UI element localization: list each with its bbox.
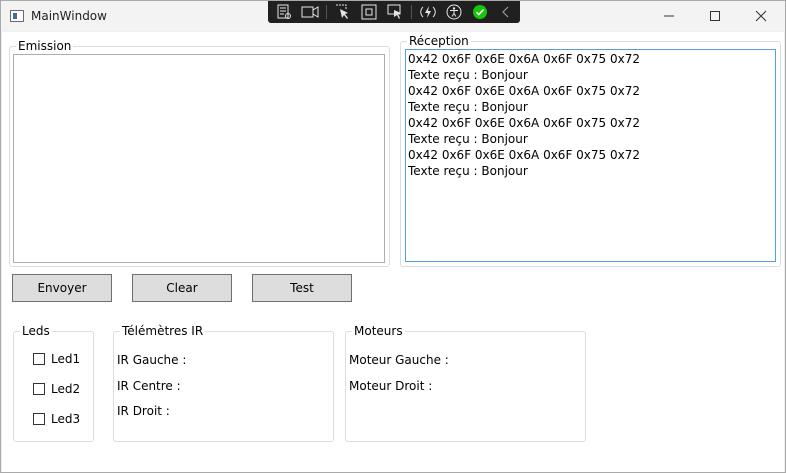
led1-label: Led1 xyxy=(51,352,81,366)
emission-input[interactable] xyxy=(14,55,384,262)
moteurs-groupbox: Moteurs Moteur Gauche : Moteur Droit : xyxy=(345,324,586,442)
telemetres-groupbox: Télémètres IR IR Gauche : IR Centre : IR… xyxy=(113,324,334,442)
led3-checkbox[interactable]: Led3 xyxy=(33,412,80,426)
telemetres-label: Télémètres IR xyxy=(120,324,206,338)
led2-checkbox[interactable]: Led2 xyxy=(33,382,80,396)
toolbar-separator xyxy=(411,5,412,19)
window-content: Emission Réception 0x42 0x6F 0x6E 0x6A 0… xyxy=(2,32,784,472)
emission-groupbox: Emission xyxy=(9,39,390,267)
xaml-debug-toolbar xyxy=(268,1,520,23)
emission-textbox[interactable] xyxy=(13,54,385,263)
reception-line: Texte reçu : Bonjour xyxy=(408,100,528,114)
moteur-droit-label: Moteur Droit : xyxy=(349,379,433,393)
track-focus-icon[interactable] xyxy=(385,3,405,21)
ir-centre-label: IR Centre : xyxy=(117,379,181,393)
main-window: MainWindow Emission Réception 0x42 0x6F … xyxy=(0,0,786,473)
minimize-button[interactable] xyxy=(646,1,692,31)
reception-groupbox: Réception 0x42 0x6F 0x6E 0x6A 0x6F 0x75 … xyxy=(400,34,781,267)
record-icon[interactable] xyxy=(300,3,320,21)
title-bar[interactable]: MainWindow xyxy=(1,1,785,31)
ir-droit-label: IR Droit : xyxy=(117,404,170,418)
live-visual-tree-icon[interactable] xyxy=(274,3,294,21)
hot-reload-icon[interactable] xyxy=(418,3,438,21)
leds-label: Leds xyxy=(20,324,52,338)
leds-groupbox: Leds Led1 Led2 Led3 xyxy=(13,324,94,442)
moteur-gauche-label: Moteur Gauche : xyxy=(349,353,449,367)
led2-label: Led2 xyxy=(51,382,81,396)
emission-label: Emission xyxy=(16,39,74,53)
moteurs-label: Moteurs xyxy=(352,324,405,338)
reception-text: 0x42 0x6F 0x6E 0x6A 0x6F 0x75 0x72 Texte… xyxy=(406,50,775,180)
reception-line: 0x42 0x6F 0x6E 0x6A 0x6F 0x75 0x72 xyxy=(408,84,640,98)
app-icon xyxy=(10,10,24,22)
reception-textbox[interactable]: 0x42 0x6F 0x6E 0x6A 0x6F 0x75 0x72 Texte… xyxy=(405,49,776,262)
checkbox-box[interactable] xyxy=(33,413,45,425)
close-button[interactable] xyxy=(738,1,784,31)
reception-line: Texte reçu : Bonjour xyxy=(408,68,528,82)
collapse-icon[interactable] xyxy=(496,3,516,21)
led3-label: Led3 xyxy=(51,412,81,426)
reception-line: 0x42 0x6F 0x6E 0x6A 0x6F 0x75 0x72 xyxy=(408,52,640,66)
reception-line: 0x42 0x6F 0x6E 0x6A 0x6F 0x75 0x72 xyxy=(408,148,640,162)
select-element-icon[interactable] xyxy=(333,3,353,21)
reception-line: Texte reçu : Bonjour xyxy=(408,164,528,178)
maximize-icon xyxy=(710,11,720,21)
display-layout-adorners-icon[interactable] xyxy=(359,3,379,21)
test-button[interactable]: Test xyxy=(252,274,352,302)
send-button[interactable]: Envoyer xyxy=(12,274,112,302)
close-icon xyxy=(755,10,767,22)
led1-checkbox[interactable]: Led1 xyxy=(33,352,80,366)
window-title: MainWindow xyxy=(31,9,107,23)
reception-label: Réception xyxy=(407,34,471,48)
toolbar-separator xyxy=(326,5,327,19)
reception-line: Texte reçu : Bonjour xyxy=(408,132,528,146)
reception-line: 0x42 0x6F 0x6E 0x6A 0x6F 0x75 0x72 xyxy=(408,116,640,130)
binding-ok-icon[interactable] xyxy=(470,3,490,21)
ir-gauche-label: IR Gauche : xyxy=(117,353,187,367)
clear-button[interactable]: Clear xyxy=(132,274,232,302)
checkbox-box[interactable] xyxy=(33,383,45,395)
maximize-button[interactable] xyxy=(692,1,738,31)
accessibility-icon[interactable] xyxy=(444,3,464,21)
checkbox-box[interactable] xyxy=(33,353,45,365)
minimize-icon xyxy=(664,15,674,17)
